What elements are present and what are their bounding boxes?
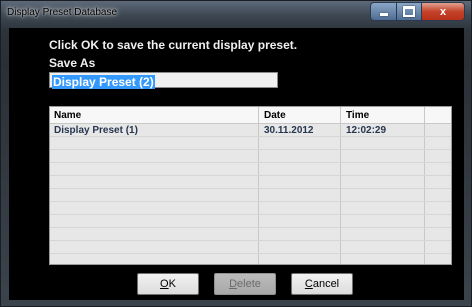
ok-mnemonic: O: [160, 278, 169, 290]
row-divider: [50, 227, 451, 228]
preset-table[interactable]: Name Date Time Display Preset (1) 30.11.…: [49, 106, 452, 265]
preset-name-input[interactable]: Display Preset (2): [49, 72, 278, 89]
cell-time: 12:02:29: [346, 125, 387, 136]
column-header-name[interactable]: Name: [54, 110, 81, 121]
window-controls: x: [370, 2, 465, 21]
maximize-button[interactable]: [397, 2, 422, 21]
row-divider: [50, 253, 451, 254]
delete-label: elete: [237, 278, 261, 290]
column-header-time[interactable]: Time: [346, 110, 369, 121]
minimize-button[interactable]: [370, 2, 397, 21]
close-icon: x: [439, 5, 447, 18]
delete-mnemonic: D: [229, 278, 238, 290]
row-divider: [50, 188, 451, 189]
row-divider: [50, 136, 451, 137]
dialog-window: Display Preset Database x Click OK to sa…: [0, 0, 472, 307]
cell-date: 30.11.2012: [264, 125, 314, 136]
title-bar[interactable]: Display Preset Database x: [1, 1, 471, 25]
ok-label: K: [168, 278, 176, 290]
row-divider: [50, 240, 451, 241]
dialog-client-area: Click OK to save the current display pre…: [9, 28, 464, 300]
cancel-mnemonic: C: [304, 278, 313, 290]
row-divider: [50, 175, 451, 176]
cancel-button[interactable]: Cancel: [291, 273, 353, 295]
cell-name: Display Preset (1): [54, 125, 138, 136]
minimize-icon: [379, 13, 388, 16]
close-button[interactable]: x: [422, 2, 465, 21]
ok-button[interactable]: OK: [137, 273, 199, 295]
maximize-icon: [403, 6, 415, 17]
delete-button[interactable]: Delete: [214, 273, 276, 295]
row-divider: [50, 162, 451, 163]
row-divider: [50, 214, 451, 215]
instruction-text: Click OK to save the current display pre…: [49, 38, 298, 52]
column-header-date[interactable]: Date: [264, 110, 286, 121]
save-as-label: Save As: [49, 56, 96, 70]
button-row: OK Delete Cancel: [9, 273, 464, 295]
row-divider: [50, 149, 451, 150]
preset-name-value: Display Preset (2): [52, 75, 155, 89]
table-header: Name Date Time: [50, 107, 451, 124]
window-title: Display Preset Database: [7, 7, 118, 18]
cancel-label: ancel: [312, 278, 340, 290]
row-divider: [50, 201, 451, 202]
